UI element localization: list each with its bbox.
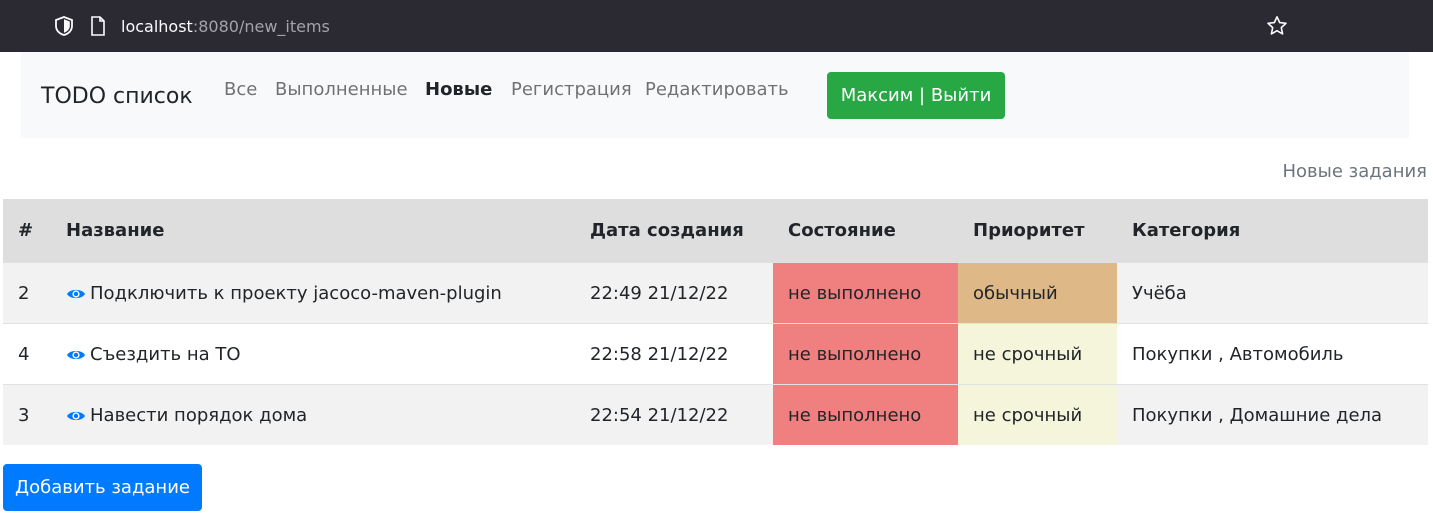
eye-icon[interactable] [66, 286, 86, 302]
cell-created: 22:49 21/12/22 [575, 262, 773, 324]
address-bar-url[interactable]: localhost:8080/new_items [121, 16, 330, 38]
task-name: Подключить к проекту jacoco-maven-plugin [90, 282, 502, 304]
cell-category: Покупки , Домашние дела [1117, 384, 1428, 445]
header-name: Название [51, 199, 575, 263]
tasks-table: # Название Дата создания Состояние Приор… [3, 199, 1428, 445]
cell-name: Съездить на ТО [51, 323, 575, 385]
cell-id: 3 [3, 384, 51, 445]
cell-state: не выполнено [773, 323, 958, 385]
cell-name: Подключить к проекту jacoco-maven-plugin [51, 262, 575, 324]
nav-link-all[interactable]: Все [224, 77, 257, 103]
cell-priority: не срочный [958, 384, 1117, 445]
header-number: # [3, 199, 51, 263]
nav-link-edit[interactable]: Редактировать [645, 77, 789, 103]
view-task-link[interactable] [66, 405, 90, 426]
eye-icon[interactable] [66, 408, 86, 424]
nav-link-register[interactable]: Регистрация [511, 77, 632, 103]
url-path: :8080/new_items [192, 17, 330, 36]
section-caption: Новые задания [1282, 161, 1427, 182]
cell-name: Навести порядок дома [51, 384, 575, 445]
star-icon[interactable] [1265, 14, 1289, 38]
brand[interactable]: TODO список [41, 82, 193, 112]
cell-category: Покупки , Автомобиль [1117, 323, 1428, 385]
url-host: localhost [121, 17, 193, 36]
table-row: 2 Подключить к проекту jacoco-maven-plug… [3, 262, 1428, 324]
cell-created: 22:58 21/12/22 [575, 323, 773, 385]
table-row: 3 Навести порядок дома 22:54 21/12/22 не… [3, 384, 1428, 445]
header-created: Дата создания [575, 199, 773, 263]
cell-id: 4 [3, 323, 51, 385]
cell-created: 22:54 21/12/22 [575, 384, 773, 445]
navbar: TODO список Все Выполненные Новые Регист… [21, 52, 1409, 138]
add-task-button[interactable]: Добавить задание [3, 464, 202, 511]
cell-category: Учёба [1117, 262, 1428, 324]
page-icon [91, 16, 105, 36]
cell-state: не выполнено [773, 384, 958, 445]
cell-priority: не срочный [958, 323, 1117, 385]
eye-icon[interactable] [66, 347, 86, 363]
table-row: 4 Съездить на ТО 22:58 21/12/22 не выпол… [3, 323, 1428, 385]
header-state: Состояние [773, 199, 958, 263]
user-logout-button[interactable]: Максим | Выйти [827, 72, 1005, 119]
browser-toolbar: localhost:8080/new_items [0, 0, 1433, 52]
cell-id: 2 [3, 262, 51, 324]
nav-link-new[interactable]: Новые [425, 77, 492, 103]
shield-icon[interactable] [53, 15, 75, 37]
task-name: Съездить на ТО [90, 343, 241, 365]
cell-state: не выполнено [773, 262, 958, 324]
nav-link-done[interactable]: Выполненные [275, 77, 408, 103]
view-task-link[interactable] [66, 344, 90, 365]
table-header-row: # Название Дата создания Состояние Приор… [3, 199, 1428, 263]
task-name: Навести порядок дома [90, 404, 308, 426]
view-task-link[interactable] [66, 283, 90, 304]
cell-priority: обычный [958, 262, 1117, 324]
header-category: Категория [1117, 199, 1428, 263]
header-priority: Приоритет [958, 199, 1117, 263]
